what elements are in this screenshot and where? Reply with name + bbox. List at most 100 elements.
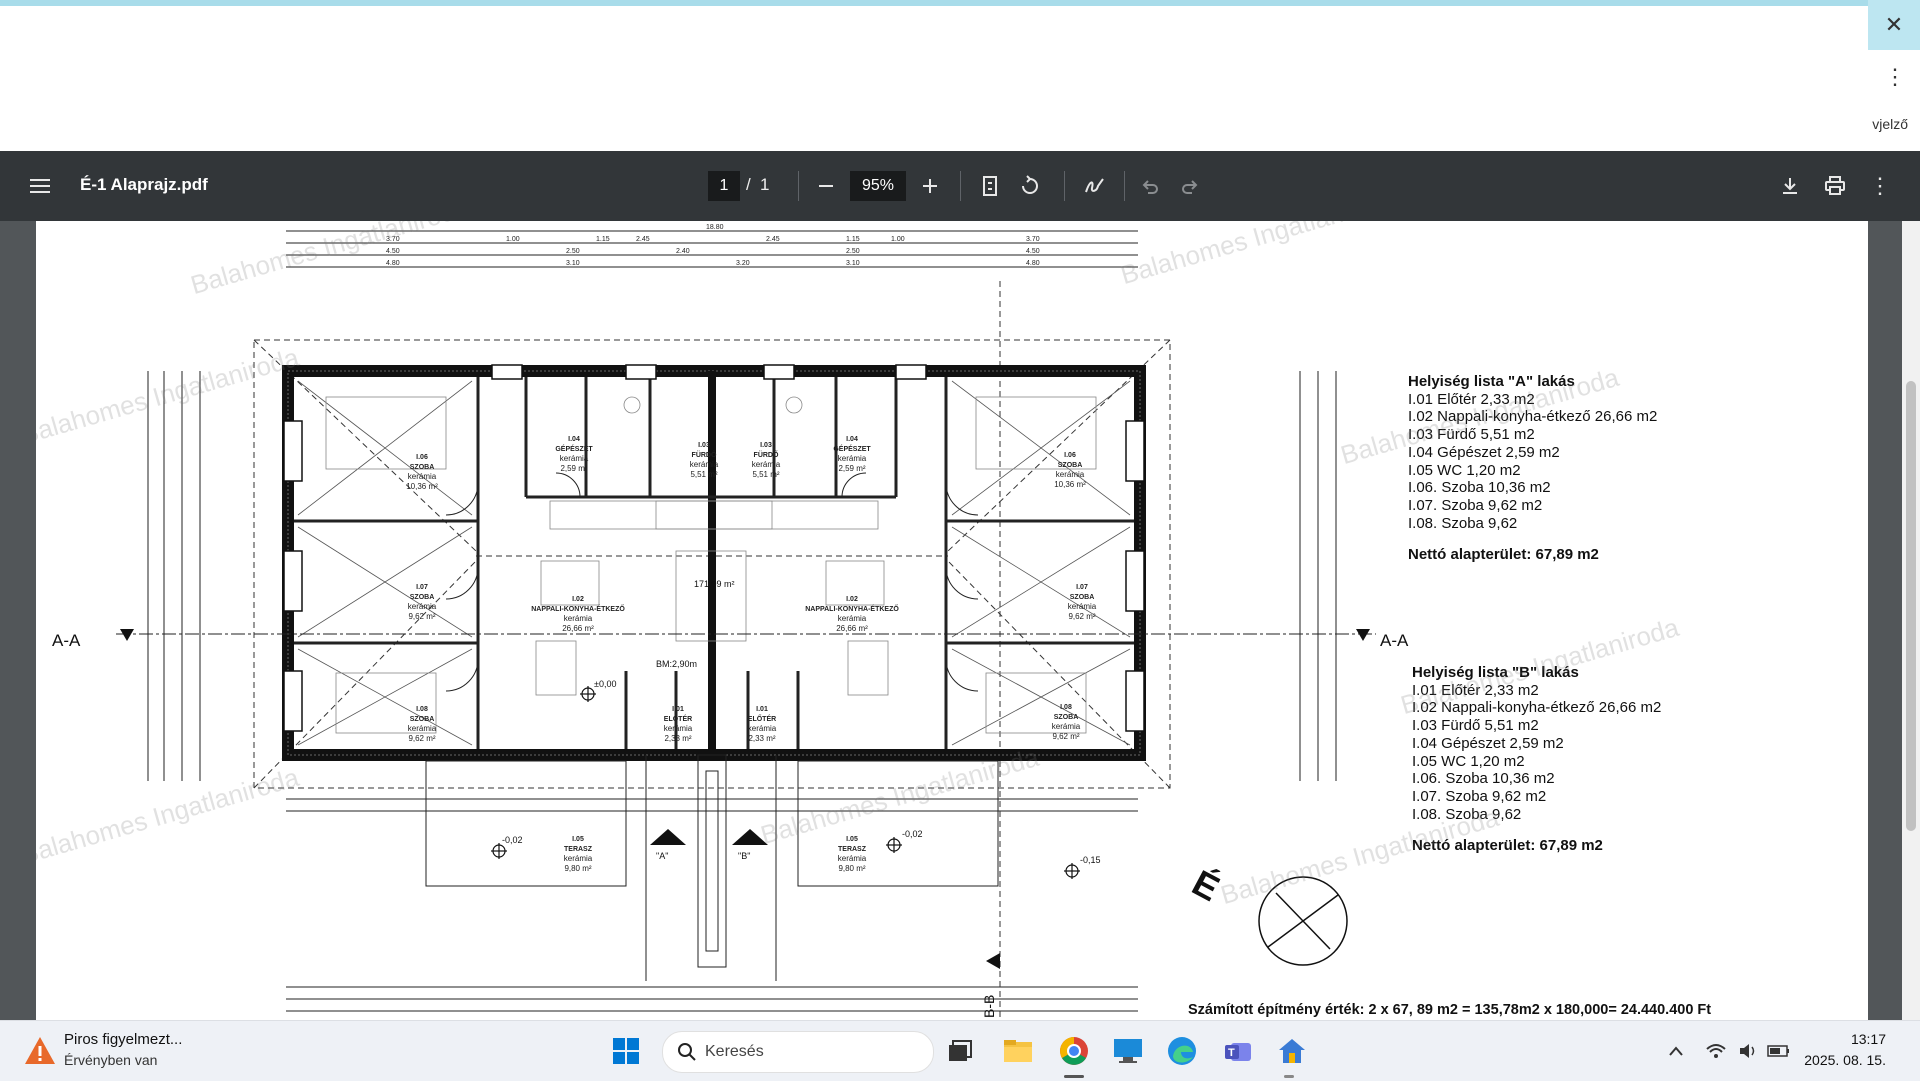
room-label-name: SZOBA [1058, 462, 1083, 469]
room-label-area: 26,66 m² [562, 624, 594, 633]
clock-date[interactable]: 2025. 08. 15. [1804, 1052, 1886, 1068]
svg-text:T: T [1228, 1047, 1235, 1059]
room-label-area: 5,51 m² [752, 470, 779, 479]
room-label-area: 5,51 m² [690, 470, 717, 479]
room-label-area: 26,66 m² [836, 624, 868, 633]
volume-icon[interactable] [1736, 1033, 1760, 1069]
list-item: I.06. Szoba 10,36 m2 [1412, 770, 1555, 788]
browser-menu-icon[interactable]: ⋮ [1884, 66, 1906, 88]
room-label-mat: kerámia [1068, 602, 1097, 611]
rotate-icon[interactable] [1016, 151, 1044, 221]
zoom-input[interactable]: 95% [850, 171, 906, 201]
toolbar-divider [1124, 171, 1125, 201]
vertical-scrollbar[interactable] [1902, 221, 1920, 1020]
list-item: I.05 WC 1,20 m2 [1412, 752, 1525, 770]
svg-text:4.80: 4.80 [386, 260, 400, 267]
room-list-b-net: Nettó alapterület: 67,89 m2 [1412, 837, 1603, 855]
svg-text:1.00: 1.00 [891, 236, 905, 243]
fit-page-icon[interactable] [976, 151, 1004, 221]
room-label-area: 9,62 m² [1068, 612, 1095, 621]
scrollbar-thumb[interactable] [1906, 381, 1916, 831]
floor-plan-drawing: 3.70 1.00 1.15 2.45 2.45 1.15 1.00 3.70 4.50 2.5… [52, 224, 1409, 1019]
top-dimension-labels: 3.70 1.00 1.15 2.45 2.45 1.15 1.00 3.70 4.50 2.5… [386, 224, 1040, 267]
battery-icon[interactable] [1766, 1033, 1792, 1069]
room-list-a: Helyiség lista "A" lakás I.01 Előtér 2,3… [1408, 373, 1657, 564]
room-label-name: SZOBA [1070, 594, 1095, 601]
svg-text:4.50: 4.50 [386, 248, 400, 255]
svg-text:2.50: 2.50 [846, 248, 860, 255]
pdf-viewer[interactable]: 3.70 1.00 1.15 2.45 2.45 1.15 1.00 3.70 4.50 2.5… [0, 221, 1920, 1020]
svg-text:1.15: 1.15 [596, 236, 610, 243]
teams-icon[interactable]: T [1220, 1033, 1256, 1069]
room-label-name: SZOBA [410, 594, 435, 601]
room-label-name: GÉPÉSZET [555, 444, 593, 453]
desktop-monitor-icon[interactable] [1110, 1033, 1146, 1069]
print-icon[interactable] [1820, 151, 1850, 221]
room-label-code: I.02 [572, 596, 584, 603]
room-label-code: I.06 [416, 454, 428, 461]
room-label-mat: kerámia [752, 460, 781, 469]
room-label-mat: kerámia [690, 460, 719, 469]
room-label-name: GÉPÉSZET [833, 444, 871, 453]
room-label-area: 10,36 m² [1054, 480, 1086, 489]
side-label: vjelző [1872, 116, 1908, 132]
task-view-icon[interactable] [942, 1033, 978, 1069]
room-label-name: TERASZ [564, 846, 593, 853]
edge-icon[interactable] [1164, 1033, 1200, 1069]
section-label-bottom: B-B [981, 995, 997, 1018]
chrome-icon[interactable] [1056, 1033, 1092, 1069]
room-label-area: 10,36 m² [406, 482, 438, 491]
area-label: 171,09 m² [694, 579, 735, 589]
taskbar-search-input[interactable]: Keresés [662, 1031, 934, 1073]
zoom-in-icon[interactable] [916, 151, 944, 221]
entry-arrows [650, 829, 1000, 969]
list-item: I.05 WC 1,20 m2 [1408, 461, 1521, 479]
svg-text:3.10: 3.10 [846, 260, 860, 267]
room-label-area: 9,80 m² [838, 864, 865, 873]
notification-title[interactable]: Piros figyelmezt... [64, 1031, 182, 1048]
room-label-mat: kerámia [664, 724, 693, 733]
zoom-out-icon[interactable] [812, 151, 840, 221]
room-label-name: ELŐTÉR [664, 714, 692, 723]
undo-icon[interactable] [1136, 151, 1164, 221]
menu-icon[interactable] [24, 151, 56, 221]
terraces [425, 754, 999, 981]
page-number-input[interactable]: 1 [708, 171, 740, 201]
room-label-name: NAPPALI-KONYHA-ÉTKEZŐ [531, 604, 625, 613]
redo-icon[interactable] [1176, 151, 1204, 221]
room-label-area: 2,59 m² [838, 464, 865, 473]
svg-text:2.45: 2.45 [636, 236, 650, 243]
entry-label-a: "A" [656, 851, 668, 861]
clock-time[interactable]: 13:17 [1851, 1031, 1886, 1047]
more-icon[interactable]: ⋮ [1866, 151, 1894, 221]
level-label: -0,02 [902, 829, 923, 839]
list-item: I.02 Nappali-konyha-étkező 26,66 m2 [1412, 699, 1662, 717]
wifi-icon[interactable] [1704, 1033, 1728, 1069]
room-label-code: I.04 [568, 436, 580, 443]
home-app-icon[interactable] [1274, 1033, 1310, 1069]
windows-start-icon[interactable] [608, 1033, 644, 1069]
list-item: I.08. Szoba 9,62 [1412, 805, 1522, 823]
draw-icon[interactable] [1080, 151, 1110, 221]
room-label-name: ELŐTÉR [748, 714, 776, 723]
room-labels: I.06SZOBAkerámia10,36 m²I.07SZOBAkerámia… [406, 436, 1097, 873]
room-label-mat: kerámia [564, 614, 593, 623]
svg-text:3.10: 3.10 [566, 260, 580, 267]
svg-text:3.20: 3.20 [736, 260, 750, 267]
north-arrow: É [1186, 862, 1348, 966]
list-item: I.01 Előtér 2,33 m2 [1412, 681, 1539, 699]
north-label: É [1186, 862, 1226, 909]
download-icon[interactable] [1776, 151, 1804, 221]
chevron-up-icon[interactable] [1664, 1033, 1688, 1069]
room-label-mat: kerámia [408, 724, 437, 733]
close-button[interactable]: ✕ [1868, 0, 1920, 50]
list-item: I.01 Előtér 2,33 m2 [1408, 390, 1535, 408]
cost-summary: Számított építmény érték: 2 x 67, 89 m2 … [1188, 1002, 1712, 1018]
list-item: I.03 Fürdő 5,51 m2 [1408, 426, 1535, 444]
section-marker-right [1356, 629, 1370, 641]
room-label-area: 9,62 m² [1052, 732, 1079, 741]
svg-text:18.80: 18.80 [706, 224, 724, 231]
file-explorer-icon[interactable] [1000, 1033, 1036, 1069]
room-label-code: I.07 [1076, 584, 1088, 591]
warning-icon[interactable] [24, 1035, 56, 1067]
